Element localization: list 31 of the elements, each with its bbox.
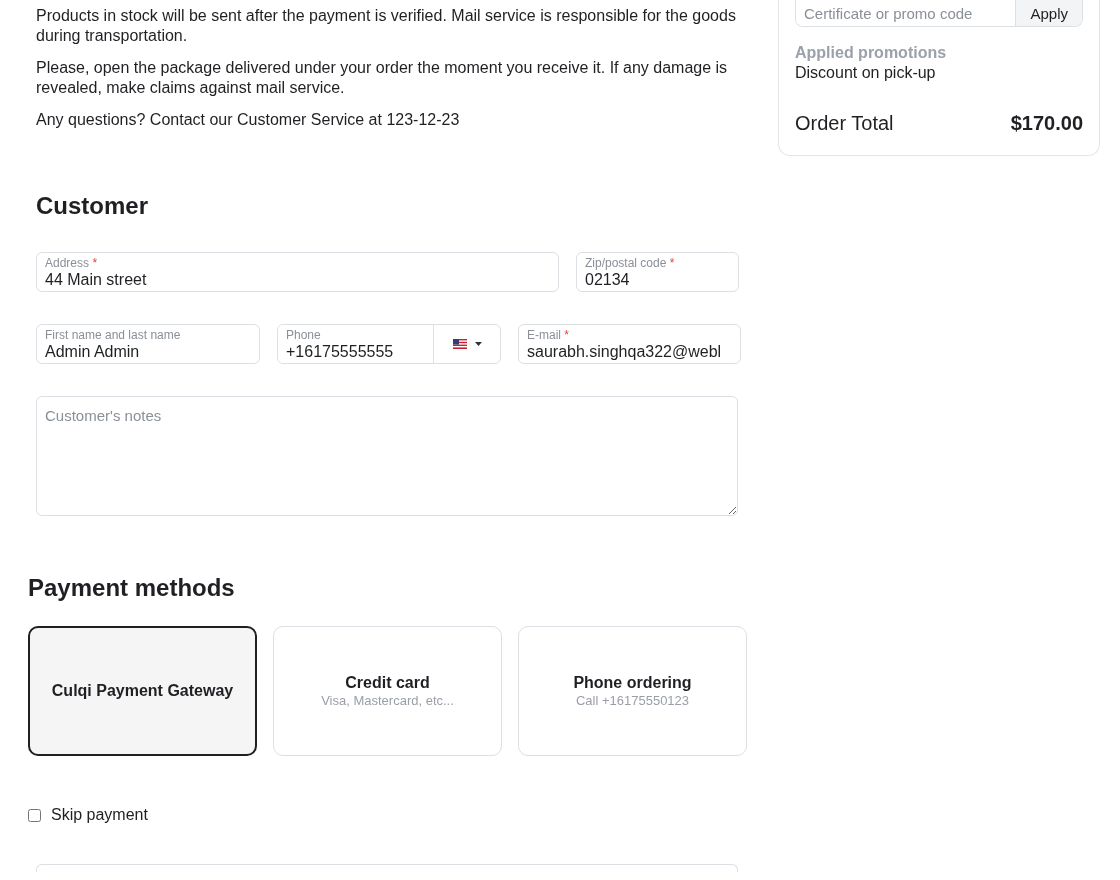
- section-title: Payment methods: [28, 574, 236, 602]
- caret-icon: [474, 342, 482, 346]
- input-field[interactable]: [36, 864, 738, 872]
- field-value: Admin Admin: [45, 342, 141, 362]
- info-paragraph: Products in stock will be sent after the payment is verified. Mail service is responsible for the goods during transportation.: [36, 6, 737, 46]
- section-title: Customer: [36, 192, 150, 220]
- promo-code-field[interactable]: Certificate or promo code Apply: [795, 0, 1083, 27]
- payment-method-card[interactable]: Credit card Visa, Mastercard, etc...: [273, 626, 502, 756]
- checkbox-label: Skip payment: [51, 806, 148, 824]
- notes-field[interactable]: Customer's notes: [36, 396, 738, 516]
- promotion-item: Discount on pick-up: [795, 63, 937, 83]
- input-field[interactable]: Address * 44 Main street: [36, 252, 559, 292]
- input-field[interactable]: E-mail * saurabh.singhqa322@webl: [518, 324, 741, 364]
- payment-method-card[interactable]: Phone ordering Call +16175550123: [518, 626, 747, 756]
- apply-button[interactable]: Apply: [1015, 0, 1082, 26]
- field-value: saurabh.singhqa322@webl: [527, 342, 723, 362]
- payment-method-card[interactable]: Culqi Payment Gateway: [28, 626, 257, 756]
- input-field[interactable]: Zip/postal code * 02134: [576, 252, 739, 292]
- field-value: +16175555555: [286, 342, 395, 362]
- flag-icon: [452, 339, 467, 349]
- field-label: Phone: [286, 328, 322, 342]
- checkbox[interactable]: [28, 808, 41, 822]
- input-field[interactable]: First name and last name Admin Admin: [36, 324, 260, 364]
- phone-field[interactable]: Phone +16175555555: [277, 324, 501, 364]
- info-paragraph: Any questions? Contact our Customer Service at 123-12-23: [36, 110, 461, 130]
- info-paragraph: Please, open the package delivered under your order the moment you receive it. If any damage is revealed, make claims against mail service.: [36, 58, 729, 98]
- total-label: Order Total: [795, 111, 894, 135]
- field-value: 02134: [585, 270, 631, 290]
- field-value: 44 Main street: [45, 270, 148, 290]
- total-value: $170.00: [1010, 111, 1083, 135]
- promotions-heading: Applied promotions: [795, 43, 948, 63]
